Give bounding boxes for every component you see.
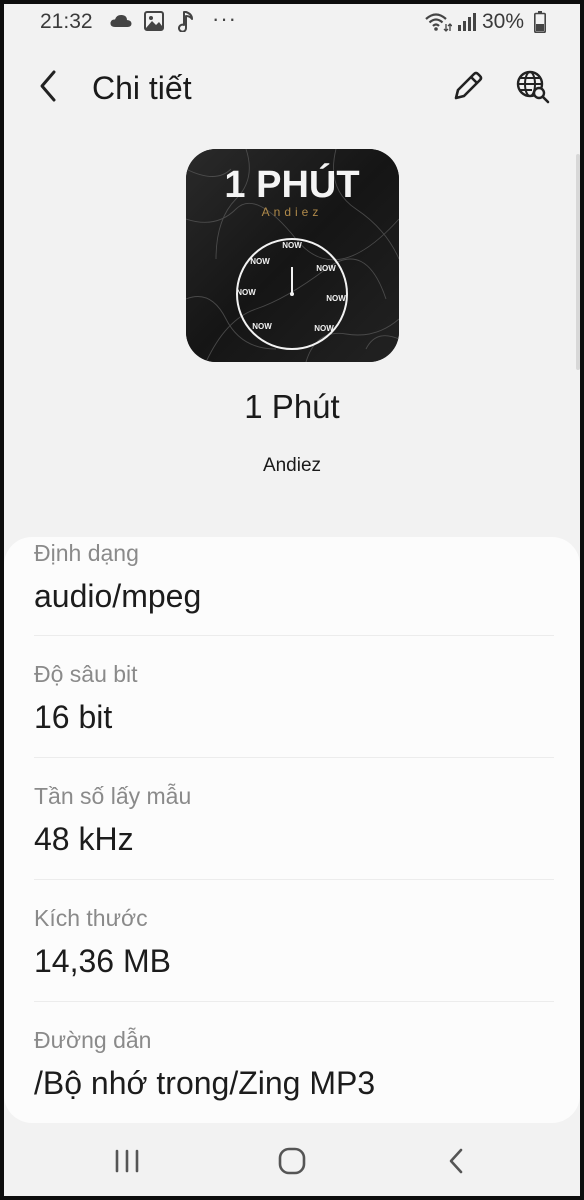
home-icon[interactable] xyxy=(267,1136,317,1186)
signal-icon xyxy=(458,13,476,31)
detail-sample-rate: Tần số lấy mẫu 48 kHz xyxy=(34,783,554,905)
back-arrow-icon[interactable] xyxy=(28,64,72,108)
detail-label: Độ sâu bit xyxy=(34,661,138,687)
divider xyxy=(34,1001,554,1002)
album-art: 1 PHÚT Andiez NOW NOW NOW NOW NOW NOW NO… xyxy=(186,149,399,362)
details-card: Định dạng audio/mpeg Độ sâu bit 16 bit T… xyxy=(4,537,580,1123)
navigation-bar xyxy=(4,1126,580,1196)
detail-label: Định dạng xyxy=(34,540,139,566)
web-search-icon[interactable] xyxy=(512,66,552,106)
detail-label: Tần số lấy mẫu xyxy=(34,783,192,809)
divider xyxy=(34,879,554,880)
detail-value: 16 bit xyxy=(34,699,113,735)
battery-icon xyxy=(534,11,546,33)
clock-label: NOW xyxy=(250,257,270,266)
art-title-text: 1 PHÚT xyxy=(224,162,359,206)
divider xyxy=(34,757,554,758)
scrollbar[interactable] xyxy=(576,154,580,370)
divider xyxy=(34,635,554,636)
clock-label: NOW xyxy=(252,322,272,331)
battery-percent: 30% xyxy=(482,10,525,33)
detail-value: 14,36 MB xyxy=(34,943,171,979)
clock-label: NOW xyxy=(314,324,334,333)
detail-label: Kích thước xyxy=(34,905,148,931)
detail-value: 48 kHz xyxy=(34,821,134,857)
clock-label: NOW xyxy=(326,294,346,303)
artist-name: Andiez xyxy=(262,455,322,476)
clock-label: NOW xyxy=(236,288,256,297)
status-time: 21:32 xyxy=(40,10,93,33)
detail-bit-depth: Độ sâu bit 16 bit xyxy=(34,661,554,783)
edit-pencil-icon[interactable] xyxy=(448,66,488,106)
detail-format: Định dạng audio/mpeg xyxy=(34,540,554,662)
art-subtitle-text: Andiez xyxy=(262,205,323,219)
recent-apps-icon[interactable] xyxy=(102,1136,152,1186)
cloud-icon xyxy=(110,14,132,27)
clock-label: NOW xyxy=(316,264,336,273)
wifi-icon xyxy=(425,13,452,32)
music-note-icon xyxy=(178,11,193,32)
detail-path: Đường dẫn /Bộ nhớ trong/Zing MP3 xyxy=(34,1027,554,1123)
song-title: 1 Phút xyxy=(244,388,340,425)
detail-value: /Bộ nhớ trong/Zing MP3 xyxy=(34,1065,376,1101)
page-title: Chi tiết xyxy=(92,70,192,106)
image-icon xyxy=(144,11,164,31)
clock-label: NOW xyxy=(282,241,302,250)
screen: 21:32 ··· 30% Chi tiết 1 PHÚT Andiez NOW… xyxy=(4,4,580,1196)
detail-value: audio/mpeg xyxy=(34,578,202,614)
status-bar: 21:32 ··· 30% xyxy=(4,4,580,38)
back-icon[interactable] xyxy=(432,1136,482,1186)
app-bar: Chi tiết xyxy=(4,50,580,130)
more-icon: ··· xyxy=(212,6,237,31)
detail-label: Đường dẫn xyxy=(34,1027,152,1053)
detail-size: Kích thước 14,36 MB xyxy=(34,905,554,1027)
